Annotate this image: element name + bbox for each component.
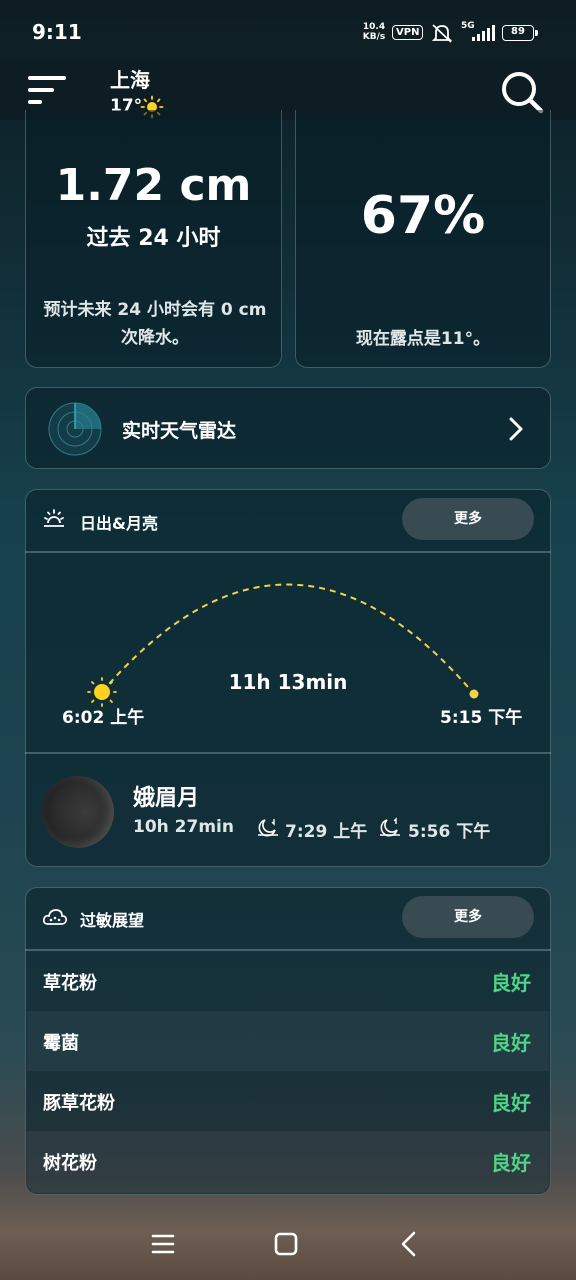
battery-indicator: 89 [502, 25, 534, 41]
battery-tip [535, 30, 538, 36]
allergy-level: 良好 [491, 1151, 531, 1175]
allergy-name: 草花粉 [43, 973, 97, 994]
network-speed-value: 10.4 [362, 22, 386, 32]
moonset-time: 5:56 下午 [408, 822, 491, 842]
allergy-name: 豚草花粉 [43, 1093, 115, 1114]
dew-point-text: 现在露点是11°。 [355, 329, 491, 349]
sunset-dot [469, 689, 479, 699]
network-speed-unit: KB/s [362, 32, 386, 42]
sun-moon-title: 日出&月亮 [80, 514, 158, 533]
sunrise-time: 6:02 上午 [62, 708, 145, 728]
moonrise-time: 7:29 上午 [285, 822, 368, 842]
allergy-level: 良好 [491, 1031, 531, 1055]
signal-icon [472, 25, 495, 41]
vpn-badge: VPN [392, 25, 424, 40]
moonset-icon [380, 817, 400, 837]
sunset-time: 5:15 下午 [440, 708, 523, 728]
allergy-name: 树花粉 [43, 1153, 97, 1174]
precipitation-value: 1.72 cm [55, 160, 252, 211]
sun-more-button[interactable]: 更多 [402, 498, 534, 540]
search-icon[interactable] [500, 70, 544, 114]
allergy-row[interactable]: 草花粉 良好 [27, 951, 549, 1011]
moon-phase-name: 娥眉月 [133, 786, 200, 811]
back-icon[interactable] [394, 1228, 426, 1260]
radar-label: 实时天气雷达 [122, 420, 237, 442]
divider [25, 551, 551, 553]
allergy-row[interactable]: 霉菌 良好 [27, 1011, 549, 1071]
sunrise-icon [44, 509, 64, 527]
allergy-name: 霉菌 [43, 1033, 79, 1054]
network-speed: 10.4 KB/s [360, 22, 388, 42]
home-icon[interactable] [270, 1228, 302, 1260]
allergy-level: 良好 [491, 1091, 531, 1115]
precipitation-forecast: 预计未来 24 小时会有 0 cm 次降水。 [43, 300, 267, 348]
allergy-cloud-icon [42, 909, 68, 925]
allergy-more-button[interactable]: 更多 [402, 896, 534, 938]
day-length: 11h 13min [228, 670, 348, 694]
moon-duration: 10h 27min [133, 817, 234, 837]
allergy-level: 良好 [491, 971, 531, 995]
chevron-right-icon[interactable] [505, 415, 527, 443]
recent-apps-icon[interactable] [147, 1228, 179, 1260]
precipitation-period: 过去 24 小时 [86, 226, 221, 251]
sun-position-icon [87, 677, 117, 707]
moon-image [42, 776, 114, 848]
divider [25, 752, 551, 754]
allergy-title: 过敏展望 [80, 911, 145, 930]
humidity-value: 67% [360, 186, 486, 246]
allergy-row[interactable]: 树花粉 良好 [27, 1131, 549, 1193]
status-time: 9:11 [32, 20, 82, 44]
menu-icon[interactable] [28, 74, 68, 108]
city-name[interactable]: 上海 [110, 64, 150, 93]
radar-icon [48, 402, 102, 456]
moonrise-icon [258, 819, 278, 837]
sun-path-arc [87, 583, 479, 707]
mute-bell-icon [431, 24, 453, 43]
radar-card[interactable] [25, 387, 551, 469]
allergy-row[interactable]: 豚草花粉 良好 [27, 1071, 549, 1131]
